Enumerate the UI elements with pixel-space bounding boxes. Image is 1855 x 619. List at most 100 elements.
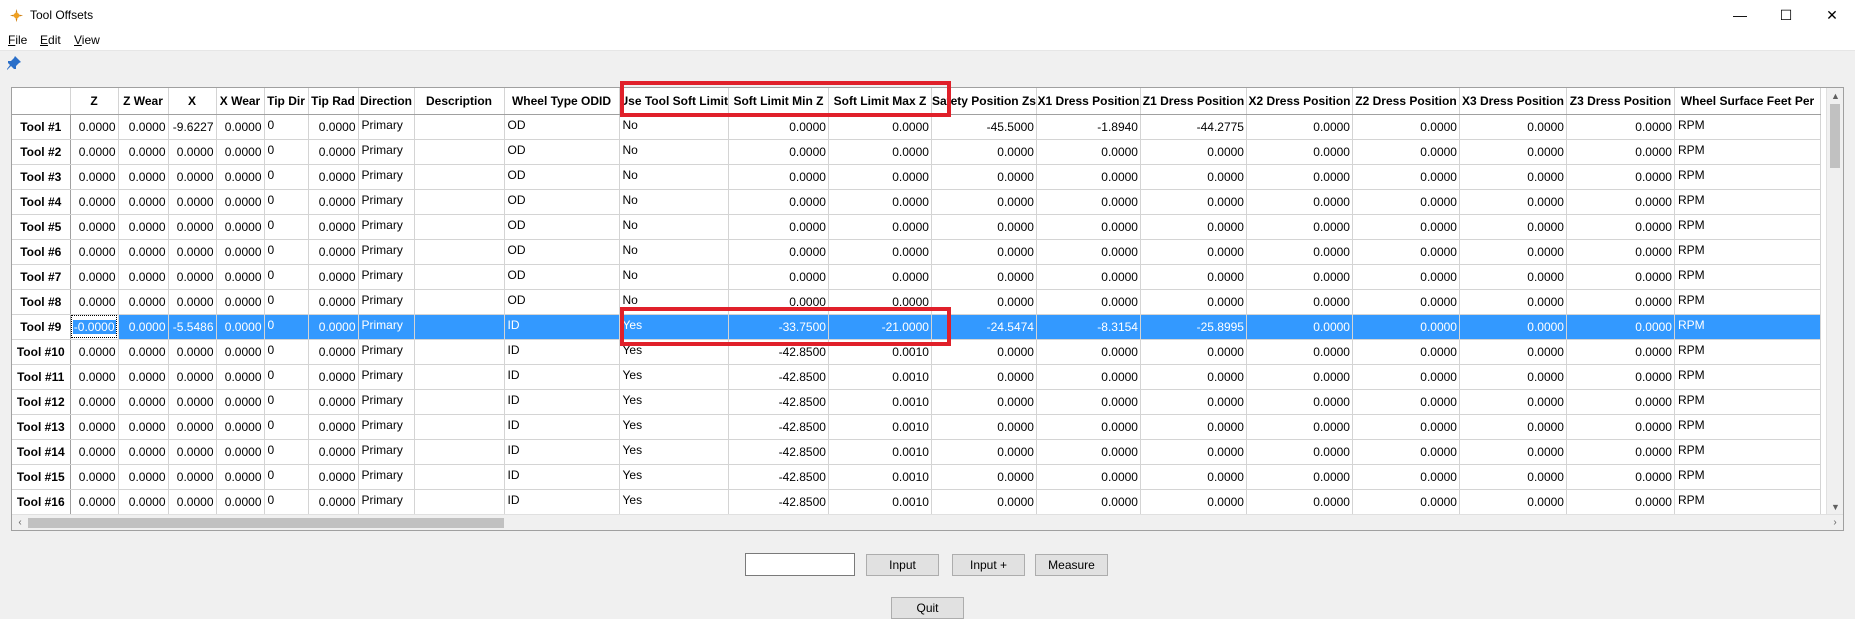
table-cell[interactable]: 0.0000 <box>1459 139 1567 165</box>
table-cell[interactable]: -42.8500 <box>728 464 829 490</box>
table-cell[interactable]: 0 <box>264 464 309 490</box>
row-header[interactable]: Tool #7 <box>12 264 71 290</box>
column-header[interactable]: Z2 Dress Position <box>1352 88 1460 115</box>
table-cell[interactable]: 0.0000 <box>931 389 1037 415</box>
row-header[interactable]: Tool #11 <box>12 364 71 390</box>
table-cell[interactable]: RPM <box>1674 289 1821 315</box>
table-cell[interactable]: ID <box>504 339 620 365</box>
table-cell[interactable]: 0.0000 <box>308 189 359 215</box>
table-cell[interactable]: RPM <box>1674 364 1821 390</box>
table-cell[interactable]: 0.0000 <box>70 214 119 240</box>
table-cell[interactable]: 0.0000 <box>931 214 1037 240</box>
table-cell[interactable]: 0.0000 <box>828 214 932 240</box>
table-cell[interactable]: 0.0000 <box>308 364 359 390</box>
table-cell[interactable]: 0.0000 <box>1140 414 1247 440</box>
column-header[interactable]: Tip Dir <box>264 88 309 115</box>
scroll-right-icon[interactable]: › <box>1827 515 1843 530</box>
table-cell[interactable]: 0.0000 <box>1566 239 1675 265</box>
table-cell[interactable]: OD <box>504 189 620 215</box>
table-cell[interactable]: 0.0000 <box>216 114 265 140</box>
table-cell[interactable]: ID <box>504 489 620 515</box>
table-cell[interactable]: -25.8995 <box>1140 314 1247 340</box>
table-cell[interactable]: 0.0000 <box>1246 364 1353 390</box>
table-cell[interactable]: 0.0000 <box>1140 364 1247 390</box>
table-cell[interactable]: 0.0000 <box>1352 189 1460 215</box>
table-cell[interactable]: ID <box>504 464 620 490</box>
table-cell[interactable]: Primary <box>358 239 415 265</box>
table-cell[interactable]: 0.0000 <box>1246 139 1353 165</box>
table-cell[interactable]: 0.0000 <box>118 139 169 165</box>
table-cell[interactable]: 0.0000 <box>1459 414 1567 440</box>
table-row[interactable]: Tool #2 0.0000 0.0000 0.0000 0.0000 0 0.0000 Pr… <box>12 139 1821 165</box>
table-cell[interactable]: 0.0000 <box>1036 339 1141 365</box>
table-cell[interactable]: 0.0000 <box>1352 439 1460 465</box>
table-cell[interactable]: 0.0000 <box>1566 189 1675 215</box>
table-cell[interactable]: 0.0000 <box>118 464 169 490</box>
menu-file[interactable]: File <box>8 33 27 47</box>
table-cell[interactable]: 0.0000 <box>216 364 265 390</box>
table-cell[interactable]: 0 <box>264 364 309 390</box>
table-cell[interactable]: 0.0000 <box>308 389 359 415</box>
row-header[interactable]: Tool #5 <box>12 214 71 240</box>
table-cell[interactable]: 0.0000 <box>118 414 169 440</box>
table-cell[interactable]: 0.0000 <box>1246 189 1353 215</box>
table-cell[interactable]: No <box>619 189 729 215</box>
table-cell[interactable]: 0.0000 <box>308 264 359 290</box>
table-cell[interactable]: 0.0000 <box>1036 139 1141 165</box>
table-cell[interactable]: 0.0000 <box>1566 289 1675 315</box>
table-cell[interactable]: 0.0000 <box>1246 464 1353 490</box>
table-cell[interactable]: 0.0000 <box>118 189 169 215</box>
table-row[interactable]: Tool #11 0.0000 0.0000 0.0000 0.0000 0 0.0000 P… <box>12 364 1821 390</box>
table-cell[interactable]: 0.0000 <box>1140 264 1247 290</box>
menu-view[interactable]: View <box>74 33 100 47</box>
table-cell[interactable]: Primary <box>358 189 415 215</box>
table-cell[interactable]: 0.0000 <box>728 114 829 140</box>
table-cell[interactable]: Primary <box>358 414 415 440</box>
table-cell[interactable]: 0.0000 <box>1140 164 1247 190</box>
table-cell[interactable]: -0.0000 <box>70 314 119 340</box>
column-header[interactable]: Tip Rad <box>308 88 359 115</box>
table-cell[interactable]: 0.0000 <box>216 214 265 240</box>
table-cell[interactable]: 0.0000 <box>1352 314 1460 340</box>
table-cell[interactable]: 0.0000 <box>70 164 119 190</box>
table-cell[interactable]: No <box>619 114 729 140</box>
row-header[interactable]: Tool #16 <box>12 489 71 515</box>
table-cell[interactable]: RPM <box>1674 389 1821 415</box>
table-cell[interactable]: 0.0000 <box>931 414 1037 440</box>
table-cell[interactable] <box>414 239 505 265</box>
table-cell[interactable]: Primary <box>358 114 415 140</box>
table-cell[interactable]: 0 <box>264 289 309 315</box>
table-cell[interactable]: OD <box>504 114 620 140</box>
table-cell[interactable]: 0.0000 <box>1246 489 1353 515</box>
table-cell[interactable]: Primary <box>358 439 415 465</box>
table-cell[interactable]: 0.0000 <box>1459 114 1567 140</box>
table-cell[interactable]: -24.5474 <box>931 314 1037 340</box>
row-header[interactable]: Tool #12 <box>12 389 71 415</box>
table-cell[interactable]: 0.0000 <box>168 164 217 190</box>
table-cell[interactable]: 0.0000 <box>1036 464 1141 490</box>
table-cell[interactable]: ID <box>504 389 620 415</box>
table-cell[interactable]: 0.0000 <box>1352 489 1460 515</box>
table-cell[interactable]: 0.0000 <box>1246 264 1353 290</box>
table-cell[interactable]: 0 <box>264 114 309 140</box>
table-cell[interactable]: RPM <box>1674 139 1821 165</box>
input-button[interactable]: Input <box>866 554 939 576</box>
table-cell[interactable]: -42.8500 <box>728 364 829 390</box>
table-cell[interactable]: 0.0000 <box>828 289 932 315</box>
table-cell[interactable]: 0.0000 <box>308 414 359 440</box>
table-cell[interactable]: 0.0000 <box>728 139 829 165</box>
column-header[interactable]: Soft Limit Max Z <box>828 88 932 115</box>
table-cell[interactable]: 0.0000 <box>828 264 932 290</box>
table-row[interactable]: Tool #5 0.0000 0.0000 0.0000 0.0000 0 0.0000 Pr… <box>12 214 1821 240</box>
table-cell[interactable]: 0.0010 <box>828 489 932 515</box>
close-button[interactable]: ✕ <box>1809 0 1855 30</box>
table-cell[interactable]: 0.0000 <box>728 214 829 240</box>
table-cell[interactable]: 0.0000 <box>931 464 1037 490</box>
table-cell[interactable]: 0.0000 <box>216 139 265 165</box>
table-cell[interactable]: 0.0000 <box>70 364 119 390</box>
table-cell[interactable]: 0.0000 <box>931 439 1037 465</box>
table-cell[interactable]: 0.0000 <box>1459 264 1567 290</box>
table-cell[interactable]: ID <box>504 439 620 465</box>
table-cell[interactable]: 0.0010 <box>828 439 932 465</box>
table-cell[interactable]: 0.0010 <box>828 389 932 415</box>
